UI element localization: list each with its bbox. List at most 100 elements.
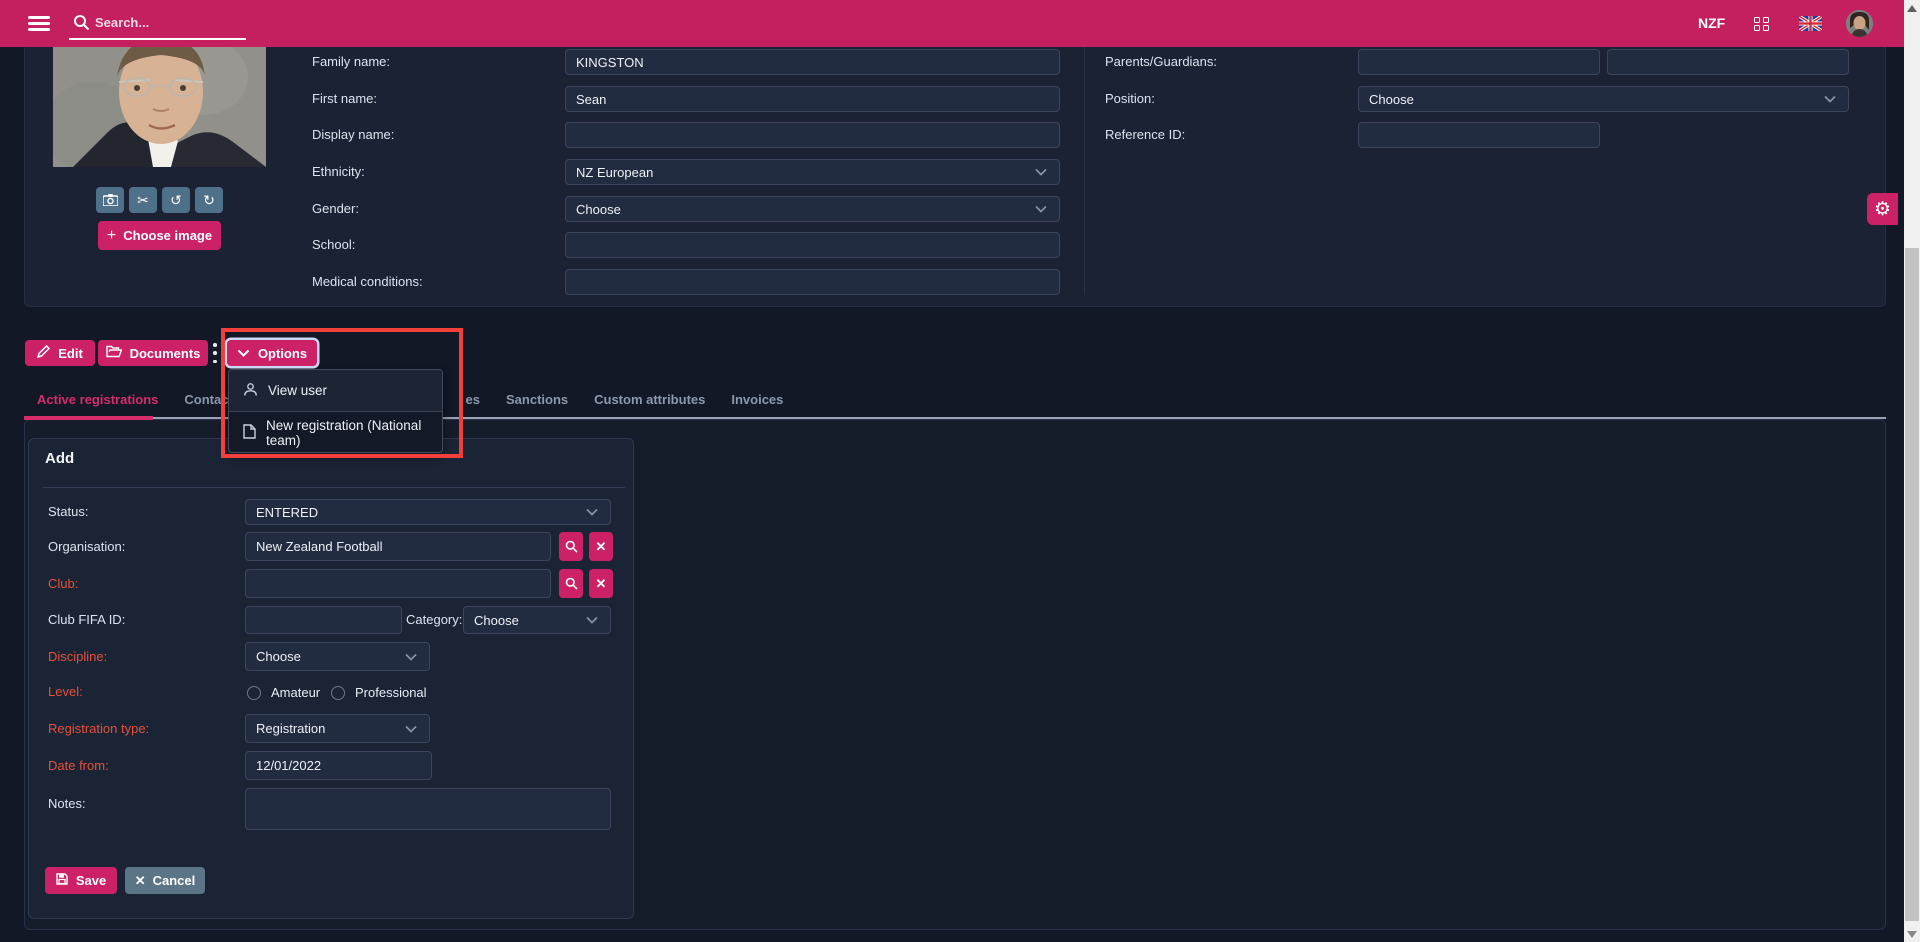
- tab-custom-attributes[interactable]: Custom attributes: [581, 390, 718, 417]
- parent2-input[interactable]: [1607, 49, 1849, 75]
- parents-guardians-label: Parents/Guardians:: [1105, 49, 1217, 75]
- chevron-down-icon: [586, 505, 598, 520]
- club-fifa-id-label: Club FIFA ID:: [48, 606, 125, 634]
- organisation-clear-button[interactable]: ✕: [589, 532, 613, 561]
- position-label: Position:: [1105, 86, 1155, 112]
- scrollbar-down-arrow[interactable]: [1904, 926, 1920, 942]
- hamburger-menu-icon[interactable]: [28, 16, 50, 31]
- person-icon: [243, 382, 258, 400]
- registration-type-select[interactable]: Registration: [245, 714, 430, 743]
- settings-gear-button[interactable]: ⚙: [1867, 193, 1898, 225]
- date-from-input[interactable]: [245, 751, 432, 780]
- ethnicity-label: Ethnicity:: [312, 159, 365, 185]
- notes-label: Notes:: [48, 794, 86, 814]
- status-select[interactable]: ENTERED: [245, 499, 611, 525]
- gender-select[interactable]: Choose: [565, 196, 1060, 222]
- organisation-input[interactable]: [245, 532, 551, 561]
- org-code-button[interactable]: NZF: [1698, 0, 1725, 47]
- organisation-search-button[interactable]: [559, 532, 583, 561]
- position-select[interactable]: Choose: [1358, 86, 1849, 112]
- display-name-input[interactable]: [565, 122, 1060, 148]
- chevron-down-icon: [1824, 92, 1836, 107]
- first-name-input[interactable]: [565, 86, 1060, 112]
- level-amateur-radio[interactable]: [247, 686, 261, 700]
- save-floppy-icon: [56, 873, 68, 888]
- reference-id-input[interactable]: [1358, 122, 1600, 148]
- family-name-input[interactable]: [565, 49, 1060, 75]
- app-screen: NZF: [0, 0, 1920, 942]
- club-input[interactable]: [245, 569, 551, 598]
- page-scrollbar[interactable]: [1904, 0, 1920, 942]
- column-divider: [1084, 47, 1085, 295]
- parent1-input[interactable]: [1358, 49, 1600, 75]
- cancel-button[interactable]: ✕ Cancel: [125, 867, 205, 894]
- discipline-select[interactable]: Choose: [245, 642, 430, 671]
- options-button[interactable]: Options: [227, 340, 317, 366]
- panel-title: Add: [45, 450, 74, 467]
- save-button[interactable]: Save: [45, 867, 117, 894]
- edit-button[interactable]: Edit: [25, 340, 95, 366]
- user-avatar[interactable]: [1846, 10, 1873, 37]
- chevron-down-icon: [405, 649, 417, 664]
- scrollbar-thumb[interactable]: [1905, 248, 1919, 921]
- menu-item-view-user[interactable]: View user: [229, 370, 442, 411]
- notes-textarea[interactable]: [245, 788, 611, 830]
- medical-conditions-input[interactable]: [565, 269, 1060, 295]
- category-label: Category:: [406, 606, 457, 634]
- club-clear-button[interactable]: ✕: [589, 569, 613, 598]
- chevron-down-icon: [586, 613, 598, 628]
- level-label: Level:: [48, 679, 83, 705]
- reference-id-label: Reference ID:: [1105, 122, 1185, 148]
- panel-divider: [43, 487, 625, 488]
- tab-invoices[interactable]: Invoices: [718, 390, 796, 417]
- ethnicity-select[interactable]: NZ European: [565, 159, 1060, 185]
- rotate-left-icon[interactable]: ↺: [162, 187, 190, 213]
- choose-image-button[interactable]: + Choose image: [98, 221, 221, 250]
- top-navbar: NZF: [0, 0, 1920, 47]
- level-professional-radio[interactable]: [331, 686, 345, 700]
- tab-active-registrations[interactable]: Active registrations: [24, 390, 171, 417]
- category-select[interactable]: Choose: [463, 606, 611, 634]
- plus-icon: +: [107, 227, 116, 245]
- medical-conditions-label: Medical conditions:: [312, 269, 423, 295]
- chevron-down-icon: [1035, 165, 1047, 180]
- school-input[interactable]: [565, 232, 1060, 258]
- gender-label: Gender:: [312, 196, 359, 222]
- chevron-down-icon: [237, 346, 250, 361]
- tab-sanctions[interactable]: Sanctions: [493, 390, 581, 417]
- level-amateur-label[interactable]: Amateur: [271, 685, 320, 700]
- crop-scissors-icon[interactable]: ✂: [129, 187, 157, 213]
- close-icon: ✕: [135, 873, 146, 889]
- global-search: [69, 8, 246, 40]
- search-underline: [69, 38, 246, 40]
- menu-item-new-registration[interactable]: New registration (National team): [229, 412, 442, 453]
- club-search-button[interactable]: [559, 569, 583, 598]
- chevron-down-icon: [1035, 202, 1047, 217]
- documents-button[interactable]: Documents: [98, 340, 208, 366]
- scrollbar-up-arrow[interactable]: [1904, 0, 1920, 16]
- more-actions-dots-icon[interactable]: [212, 343, 218, 363]
- first-name-label: First name:: [312, 86, 377, 112]
- club-fifa-id-input[interactable]: [245, 606, 402, 634]
- status-label: Status:: [48, 499, 88, 525]
- camera-icon[interactable]: [96, 187, 124, 213]
- chevron-down-icon: [405, 721, 417, 736]
- language-flag-icon[interactable]: [1799, 16, 1822, 31]
- level-professional-label[interactable]: Professional: [355, 685, 427, 700]
- apps-grid-icon[interactable]: [1754, 17, 1769, 31]
- rotate-right-icon[interactable]: ↻: [195, 187, 223, 213]
- add-registration-panel: Add Status: ENTERED Organisation: ✕ Club…: [28, 438, 634, 919]
- search-icon: [73, 14, 90, 36]
- player-photo: [53, 47, 266, 167]
- date-from-label: Date from:: [48, 751, 109, 780]
- pencil-icon: [37, 345, 50, 361]
- search-input[interactable]: [95, 11, 240, 33]
- registration-type-label: Registration type:: [48, 714, 149, 743]
- display-name-label: Display name:: [312, 122, 394, 148]
- organisation-label: Organisation:: [48, 532, 125, 561]
- image-toolbar: ✂ ↺ ↻: [96, 187, 223, 213]
- gear-icon: ⚙: [1874, 198, 1891, 221]
- club-label: Club:: [48, 569, 78, 598]
- folder-icon: [106, 345, 122, 361]
- options-dropdown-menu: View user New registration (National tea…: [228, 369, 443, 453]
